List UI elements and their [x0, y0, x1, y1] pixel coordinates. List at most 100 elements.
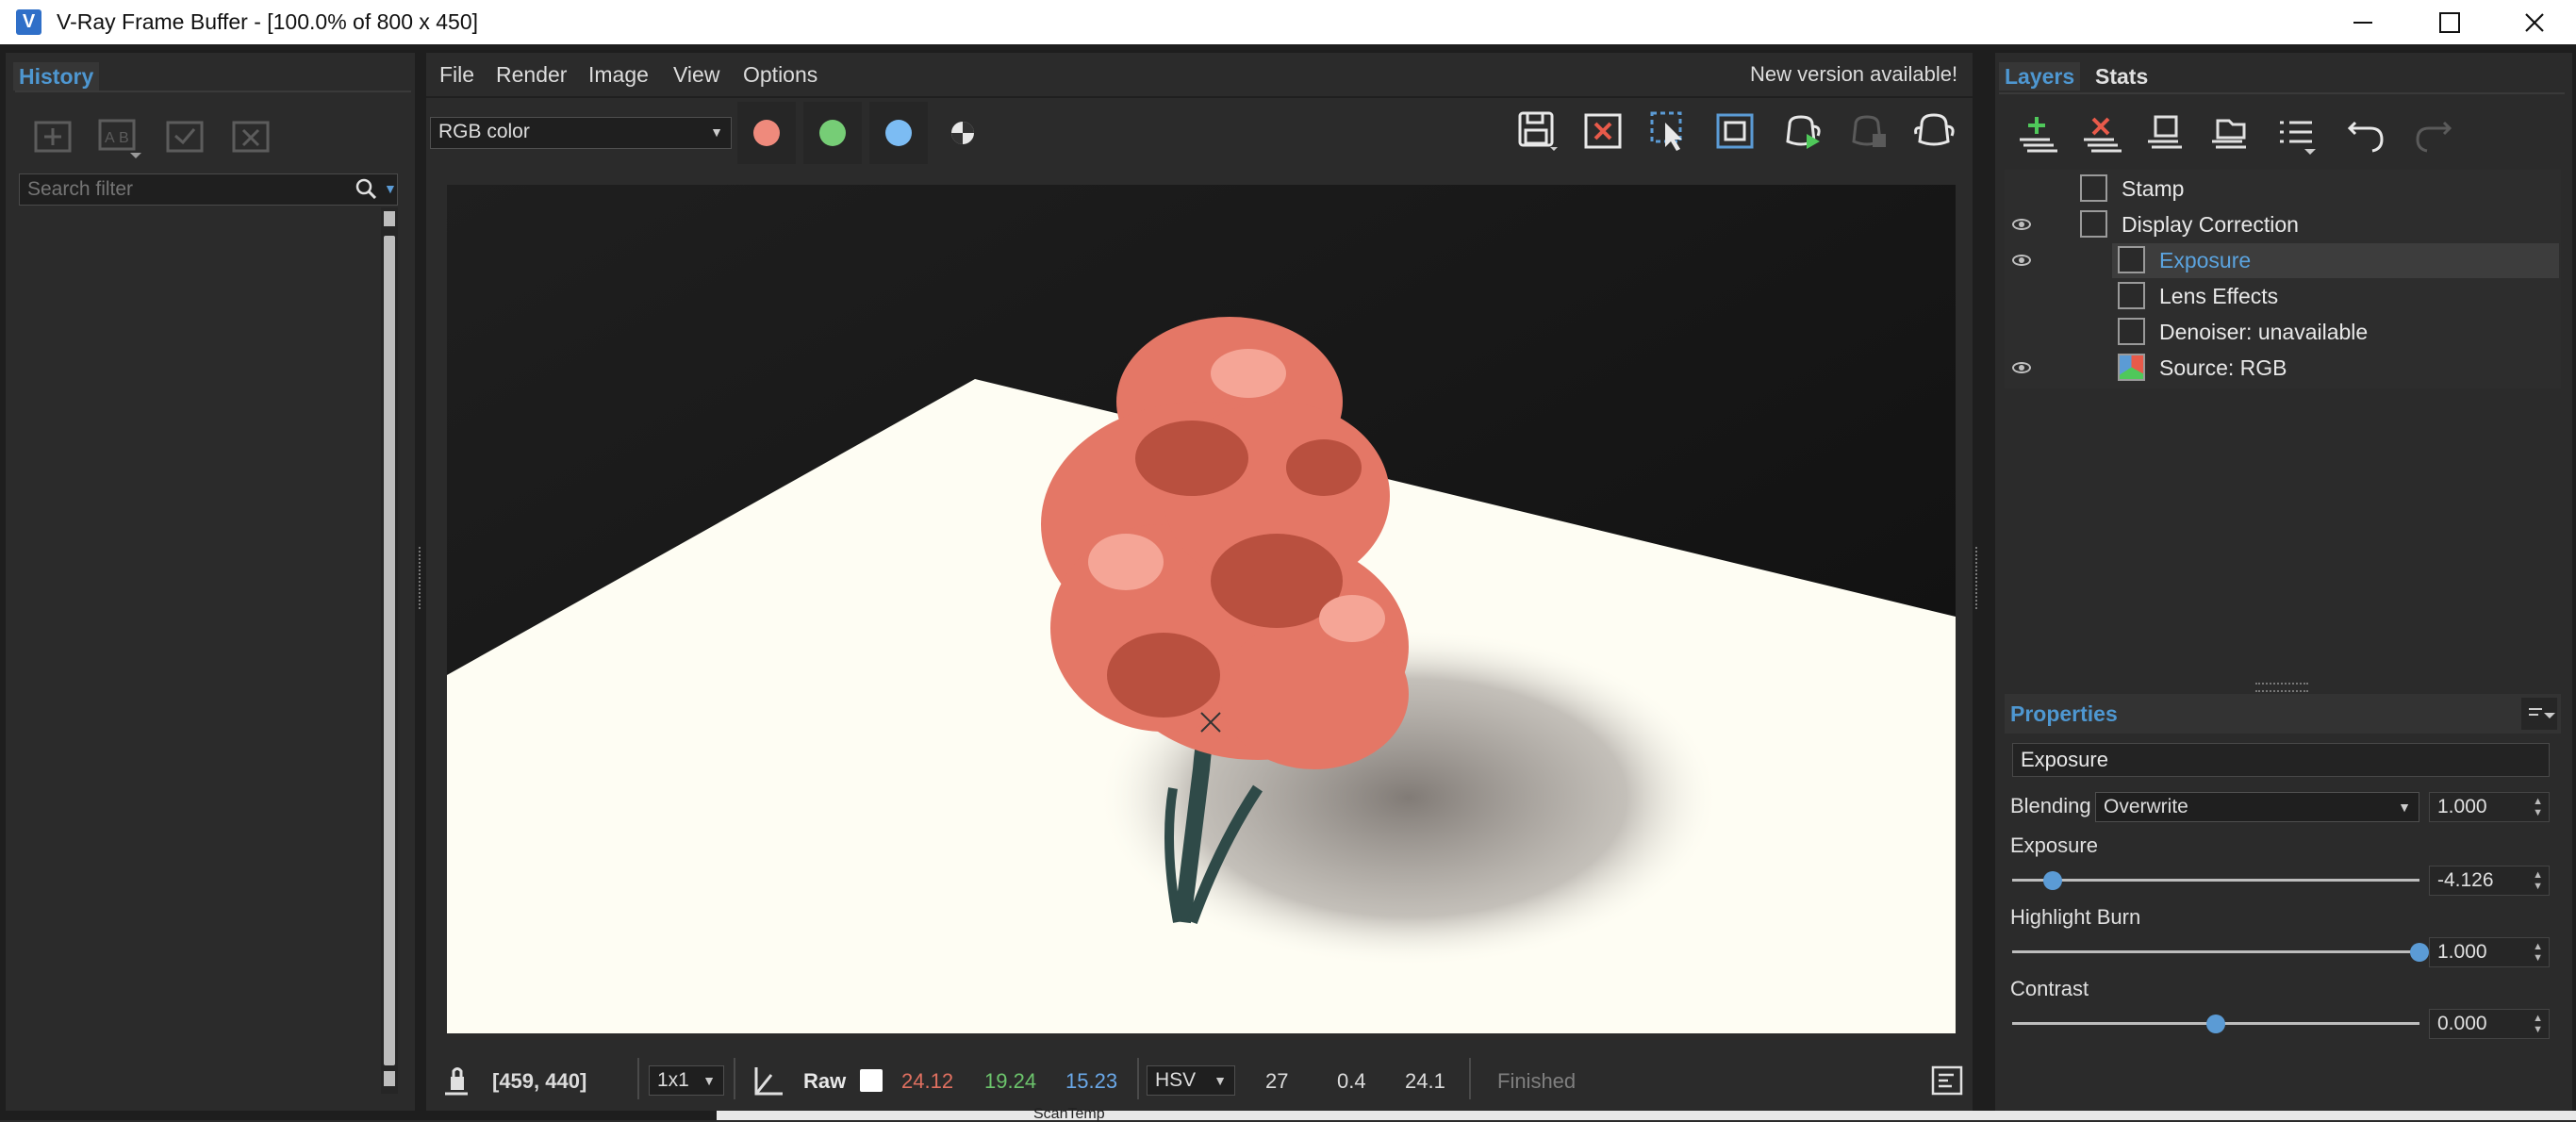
- undo-icon[interactable]: [2346, 117, 2389, 160]
- history-remove-icon[interactable]: [232, 117, 272, 155]
- clear-image-icon[interactable]: [1582, 109, 1626, 153]
- red-channel-icon: [753, 120, 780, 146]
- render-log-icon[interactable]: [1931, 1065, 1963, 1096]
- load-layers-icon[interactable]: [2208, 113, 2252, 157]
- menu-options[interactable]: Options: [743, 58, 817, 91]
- layer-label: Exposure: [2159, 248, 2252, 272]
- history-save-icon[interactable]: [34, 117, 74, 155]
- status-divider: [1137, 1058, 1139, 1099]
- history-compare-ab-icon[interactable]: AB: [98, 117, 143, 162]
- render-teapot-icon[interactable]: [1912, 107, 1956, 151]
- red-channel-button[interactable]: [737, 102, 796, 164]
- layer-name-field[interactable]: Exposure: [2012, 743, 2550, 777]
- channel-select-value: RGB color: [438, 121, 530, 142]
- interactive-render-icon[interactable]: [1780, 107, 1824, 151]
- redo-icon[interactable]: [2410, 117, 2453, 160]
- properties-splitter-handle[interactable]: [2255, 683, 2308, 692]
- highlight-burn-value: 1.000: [2437, 941, 2487, 963]
- raw-toggle[interactable]: Raw: [803, 1067, 846, 1096]
- region-render-icon[interactable]: [1714, 109, 1758, 153]
- chevron-down-icon: ▼: [1214, 1073, 1227, 1088]
- layer-source-rgb[interactable]: Source: RGB: [2005, 351, 2561, 386]
- scroll-down-icon[interactable]: [384, 1071, 395, 1086]
- history-scrollbar[interactable]: [381, 207, 398, 1094]
- visibility-eye-icon[interactable]: [2012, 255, 2031, 266]
- title-bar: V V-Ray Frame Buffer - [100.0% of 800 x …: [0, 0, 2576, 44]
- layer-presets-icon[interactable]: [2274, 113, 2318, 157]
- layer-label: Lens Effects: [2159, 284, 2279, 308]
- layer-label: Denoiser: unavailable: [2159, 320, 2369, 344]
- menu-file[interactable]: File: [439, 58, 474, 91]
- history-scroll-thumb[interactable]: [384, 236, 395, 1065]
- layer-stamp[interactable]: Stamp: [2005, 172, 2561, 206]
- save-image-icon[interactable]: [1516, 109, 1560, 153]
- highlight-burn-slider[interactable]: [2012, 950, 2419, 953]
- colorspace-select[interactable]: HSV ▼: [1147, 1065, 1235, 1096]
- history-search-field[interactable]: ▼: [19, 173, 398, 206]
- delete-layer-icon[interactable]: [2080, 113, 2123, 157]
- maximize-button[interactable]: [2412, 0, 2487, 44]
- alpha-channel-icon[interactable]: [949, 119, 977, 147]
- render-image[interactable]: [447, 185, 1956, 1033]
- spinner-arrows-icon[interactable]: ▲ ▼: [2533, 941, 2543, 964]
- layer-display-correction[interactable]: Display Correction: [2005, 207, 2561, 242]
- green-channel-icon: [819, 120, 846, 146]
- status-divider: [734, 1058, 735, 1099]
- stamp-icon: [2080, 174, 2107, 202]
- contrast-slider-knob[interactable]: [2206, 1015, 2225, 1033]
- history-load-icon[interactable]: [166, 117, 206, 155]
- tab-stats[interactable]: Stats: [2089, 62, 2154, 91]
- save-layers-icon[interactable]: [2144, 113, 2188, 157]
- exposure-slider[interactable]: [2012, 879, 2419, 882]
- close-button[interactable]: [2497, 0, 2572, 44]
- channel-select[interactable]: RGB color ▼: [430, 117, 732, 149]
- spinner-arrows-icon[interactable]: ▲ ▼: [2533, 1013, 2543, 1035]
- contrast-label: Contrast: [2010, 977, 2089, 1000]
- blending-amount-value: 1.000: [2437, 796, 2487, 817]
- blending-amount-spinner[interactable]: 1.000 ▲ ▼: [2429, 792, 2550, 822]
- rgb-source-icon: [2118, 354, 2145, 381]
- tab-history[interactable]: History: [13, 62, 100, 91]
- properties-menu-button[interactable]: [2521, 698, 2557, 730]
- blue-channel-button[interactable]: [869, 102, 928, 164]
- spinner-arrows-icon[interactable]: ▲ ▼: [2533, 796, 2543, 818]
- layer-exposure[interactable]: Exposure: [2112, 243, 2559, 278]
- highlight-burn-spinner[interactable]: 1.000 ▲ ▼: [2429, 937, 2550, 967]
- search-icon[interactable]: [355, 178, 376, 199]
- menu-view[interactable]: View: [673, 58, 719, 91]
- contrast-spinner[interactable]: 0.000 ▲ ▼: [2429, 1009, 2550, 1039]
- layer-lens-effects[interactable]: Lens Effects: [2005, 279, 2561, 314]
- background-window: [717, 1111, 2576, 1120]
- saturation-value: 0.4: [1337, 1069, 1366, 1093]
- menu-render[interactable]: Render: [496, 58, 567, 91]
- region-select-icon[interactable]: [1648, 109, 1692, 153]
- pixel-green-value: 19.24: [984, 1069, 1037, 1093]
- layer-label: Source: RGB: [2159, 355, 2287, 380]
- new-version-link[interactable]: New version available!: [1750, 58, 1957, 91]
- tab-layers[interactable]: Layers: [1999, 62, 2081, 91]
- green-channel-button[interactable]: [803, 102, 862, 164]
- blending-label: Blending: [2010, 794, 2091, 817]
- exposure-spinner[interactable]: -4.126 ▲ ▼: [2429, 866, 2550, 896]
- layers-tab-underline: [1999, 92, 2565, 94]
- blending-mode-select[interactable]: Overwrite ▼: [2095, 792, 2419, 822]
- color-clamp-icon[interactable]: [751, 1064, 784, 1097]
- left-splitter-handle[interactable]: [419, 547, 424, 609]
- lock-coordinates-icon[interactable]: [439, 1064, 473, 1097]
- add-layer-icon[interactable]: [2016, 113, 2059, 157]
- minimize-button[interactable]: [2325, 0, 2401, 44]
- highlight-burn-slider-knob[interactable]: [2410, 943, 2429, 962]
- right-splitter-handle[interactable]: [1975, 547, 1981, 609]
- stop-render-icon[interactable]: [1846, 107, 1890, 151]
- visibility-eye-icon[interactable]: [2012, 219, 2031, 230]
- history-search-input[interactable]: [25, 176, 340, 203]
- sample-size-select[interactable]: 1x1 ▼: [649, 1065, 724, 1096]
- layer-denoiser[interactable]: Denoiser: unavailable: [2005, 315, 2561, 350]
- visibility-eye-icon[interactable]: [2012, 362, 2031, 373]
- pixel-red-value: 24.12: [901, 1069, 954, 1093]
- chevron-down-icon: ▼: [710, 124, 723, 140]
- search-options-chevron-icon[interactable]: ▼: [384, 176, 397, 201]
- scroll-up-icon[interactable]: [384, 211, 395, 226]
- menu-image[interactable]: Image: [588, 58, 649, 91]
- spinner-arrows-icon[interactable]: ▲ ▼: [2533, 869, 2543, 892]
